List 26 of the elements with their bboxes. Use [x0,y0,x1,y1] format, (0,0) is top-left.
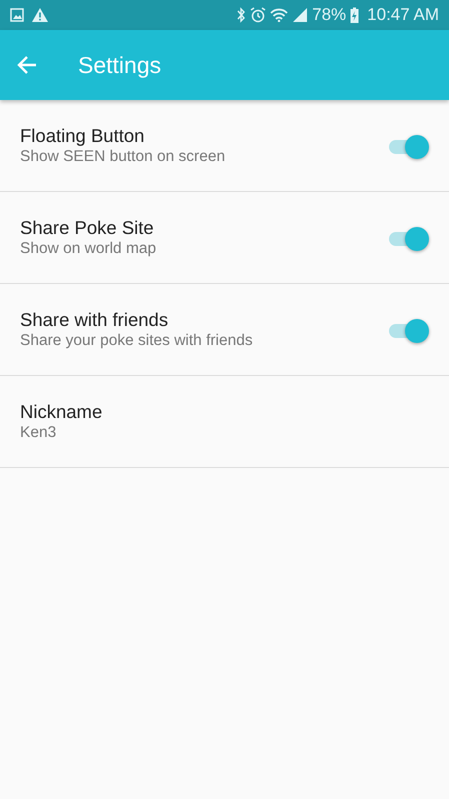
settings-row[interactable]: Share with friends Share your poke sites with friends [0,284,449,376]
setting-title: Share Poke Site [20,216,155,239]
battery-percentage: 78% [312,4,346,26]
setting-summary: Show SEEN button on screen [20,146,226,167]
image-icon [10,8,24,22]
setting-summary: Ken3 [20,422,58,443]
setting-title: Share with friends [20,308,170,331]
settings-row[interactable]: Share Poke Site Show on world map [0,192,449,284]
bluetooth-icon [236,7,246,23]
settings-row[interactable]: Nickname Ken3 [0,376,449,468]
alarm-icon [250,7,266,23]
setting-summary: Show on world map [20,238,158,259]
signal-icon [292,7,308,23]
battery-charging-icon [350,7,360,23]
settings-row[interactable]: Floating Button Show SEEN button on screen [0,100,449,192]
setting-summary: Share your poke sites with friends [20,330,254,351]
toggle-switch[interactable] [387,132,431,158]
back-button[interactable] [16,54,38,76]
toggle-switch[interactable] [387,316,431,342]
screen-title: Settings [78,50,162,80]
wifi-icon [270,8,288,22]
toggle-switch[interactable] [387,224,431,250]
warning-icon [32,8,48,22]
setting-title: Floating Button [20,124,146,147]
setting-title: Nickname [20,400,104,423]
time: 10:47 AM [367,4,439,26]
